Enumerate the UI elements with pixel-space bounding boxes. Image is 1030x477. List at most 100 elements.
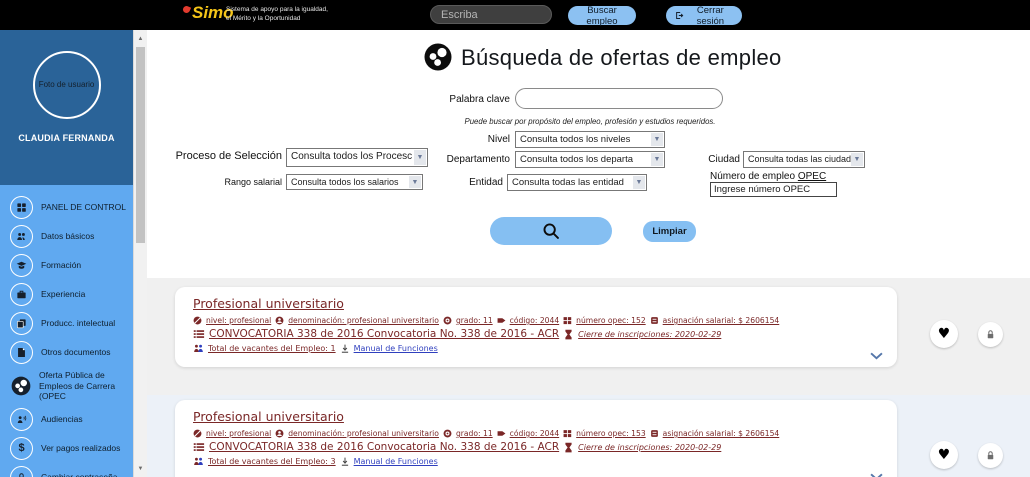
chevron-down-icon: ▼ (851, 153, 863, 166)
sidebar-item-label: Datos básicos (41, 231, 96, 242)
sidebar-item-datos-basicos[interactable]: Datos básicos (0, 222, 133, 251)
codigo-tag-icon (497, 316, 506, 325)
sidebar-item-ver-pagos[interactable]: $ Ver pagos realizados (0, 434, 133, 463)
simo-logo-mark-icon (182, 4, 191, 13)
nivel-label: Nivel (392, 134, 510, 145)
sidebar-item-formacion[interactable]: Formación (0, 251, 133, 280)
search-helper-text: Puede buscar por propósito del empleo, p… (430, 117, 750, 126)
simo-tagline: Sistema de apoyo para la igualdad, el Mé… (226, 6, 328, 24)
job-footer-line: Total de vacantes del Empleo: 1 Manual d… (193, 343, 879, 354)
numero-opec-grid-icon (563, 429, 572, 438)
palabra-clave-input[interactable] (515, 88, 723, 109)
scrollbar-down-arrow-icon[interactable]: ▼ (134, 461, 147, 476)
job-title-link[interactable]: Profesional universitario (193, 296, 344, 311)
chevron-down-icon: ▼ (409, 176, 421, 188)
people-icon (10, 225, 33, 248)
job-numero-opec: número opec: 153 (576, 429, 646, 438)
job-title-link[interactable]: Profesional universitario (193, 409, 344, 424)
sidebar-item-cambiar-contrasena[interactable]: Cambiar contraseña (0, 463, 133, 477)
download-icon (340, 344, 350, 354)
denominacion-person-icon (275, 429, 284, 438)
sidebar-item-label: Producc. intelectual (41, 318, 117, 329)
nivel-select[interactable]: Consulta todos los niveles▼ (515, 131, 665, 148)
job-nivel: nivel: profesional (206, 316, 271, 325)
denominacion-person-icon (275, 316, 284, 325)
sidebar-scrollbar[interactable]: ▲ ▼ (133, 30, 147, 477)
cerrar-sesion-button[interactable]: Cerrar sesión (666, 6, 742, 25)
sidebar: Foto de usuario CLAUDIA FERNANDA PANEL D… (0, 30, 133, 477)
grado-target-icon (443, 429, 452, 438)
job-results-panel: Profesional universitario nivel: profesi… (147, 278, 1030, 477)
entidad-label: Entidad (437, 177, 503, 188)
file-icon (10, 341, 33, 364)
hourglass-icon (563, 329, 574, 340)
chevron-down-icon: ▼ (633, 176, 645, 189)
sidebar-item-audiencias[interactable]: Audiencias (0, 405, 133, 434)
chevron-down-icon: ▼ (651, 133, 663, 146)
job-asignacion-salarial: asignación salarial: $ 2606154 (663, 316, 780, 325)
numero-opec-input[interactable] (710, 182, 837, 197)
lock-job-button[interactable] (978, 443, 1003, 468)
manual-funciones-link[interactable]: Manual de Funciones (354, 344, 438, 353)
sidebar-item-producc-intelectual[interactable]: Producc. intelectual (0, 309, 133, 338)
expand-chevron-icon[interactable] (870, 473, 883, 477)
heart-icon: ♥ (938, 448, 951, 462)
job-convocatoria-line: CONVOCATORIA 338 de 2016 Convocatoria No… (193, 441, 879, 453)
sidebar-item-panel-de-control[interactable]: PANEL DE CONTROL (0, 193, 133, 222)
job-codigo: código: 2044 (510, 429, 560, 438)
job-numero-opec: número opec: 152 (576, 316, 646, 325)
sidebar-item-label: Audiencias (41, 414, 85, 425)
dollar-icon: $ (10, 437, 33, 460)
job-attributes-line: nivel: profesional denominación: profesi… (193, 429, 879, 438)
entidad-select[interactable]: Consulta todas las entidad▼ (507, 174, 647, 191)
user-name: CLAUDIA FERNANDA (0, 133, 133, 143)
favorite-heart-button[interactable]: ♥ (930, 441, 958, 469)
sidebar-item-label: Oferta Pública de Empleos de Carrera (OP… (39, 370, 133, 402)
nivel-icon (193, 316, 202, 325)
ciudad-label: Ciudad (705, 154, 740, 165)
manual-funciones-link[interactable]: Manual de Funciones (354, 457, 438, 466)
job-attributes-line: nivel: profesional denominación: profesi… (193, 316, 879, 325)
buscar-empleo-button[interactable]: Buscar empleo (568, 6, 636, 25)
page-title: Búsqueda de ofertas de empleo (461, 45, 782, 71)
lock-job-button[interactable] (978, 322, 1003, 347)
job-nivel: nivel: profesional (206, 429, 271, 438)
lock-icon (985, 450, 996, 461)
sidebar-menu: PANEL DE CONTROL Datos básicos Formación… (0, 185, 133, 477)
job-card[interactable]: Profesional universitario nivel: profesi… (175, 287, 897, 367)
job-convocatoria: CONVOCATORIA 338 de 2016 Convocatoria No… (209, 441, 559, 453)
briefcase-icon (10, 283, 33, 306)
heart-icon: ♥ (938, 327, 951, 341)
rango-salarial-select[interactable]: Consulta todos los salarios▼ (286, 174, 423, 190)
limpiar-button[interactable]: Limpiar (643, 221, 696, 242)
grado-target-icon (443, 316, 452, 325)
scrollbar-up-arrow-icon[interactable]: ▲ (134, 31, 147, 46)
topbar-search-input[interactable] (430, 5, 552, 24)
chevron-down-icon: ▼ (651, 153, 663, 166)
job-total-vacantes: Total de vacantes del Empleo: 1 (208, 344, 336, 353)
departamento-select[interactable]: Consulta todos los departa▼ (515, 151, 665, 168)
search-button[interactable] (490, 217, 612, 245)
download-icon (340, 457, 350, 467)
sidebar-item-otros-documentos[interactable]: Otros documentos (0, 338, 133, 367)
job-convocatoria-line: CONVOCATORIA 338 de 2016 Convocatoria No… (193, 328, 879, 340)
job-footer-line: Total de vacantes del Empleo: 3 Manual d… (193, 456, 879, 467)
job-codigo: código: 2044 (510, 316, 560, 325)
salario-icon (650, 316, 659, 325)
speaker-person-icon (10, 408, 33, 431)
expand-chevron-icon[interactable] (870, 352, 883, 360)
search-icon (542, 222, 560, 240)
sidebar-item-label: Formación (41, 260, 83, 271)
vacantes-people-icon (193, 343, 204, 354)
job-denominacion: denominación: profesional universitario (288, 316, 439, 325)
sidebar-item-experiencia[interactable]: Experiencia (0, 280, 133, 309)
avatar[interactable]: Foto de usuario (33, 51, 101, 119)
salario-icon (650, 429, 659, 438)
favorite-heart-button[interactable]: ♥ (930, 320, 958, 348)
sidebar-item-oferta-publica-opec[interactable]: Oferta Pública de Empleos de Carrera (OP… (0, 367, 133, 405)
scrollbar-thumb[interactable] (136, 47, 145, 243)
sidebar-item-label: PANEL DE CONTROL (41, 202, 128, 213)
job-card[interactable]: Profesional universitario nivel: profesi… (175, 400, 897, 477)
job-convocatoria: CONVOCATORIA 338 de 2016 Convocatoria No… (209, 328, 559, 340)
ciudad-select[interactable]: Consulta todas las ciudade▼ (743, 151, 865, 168)
